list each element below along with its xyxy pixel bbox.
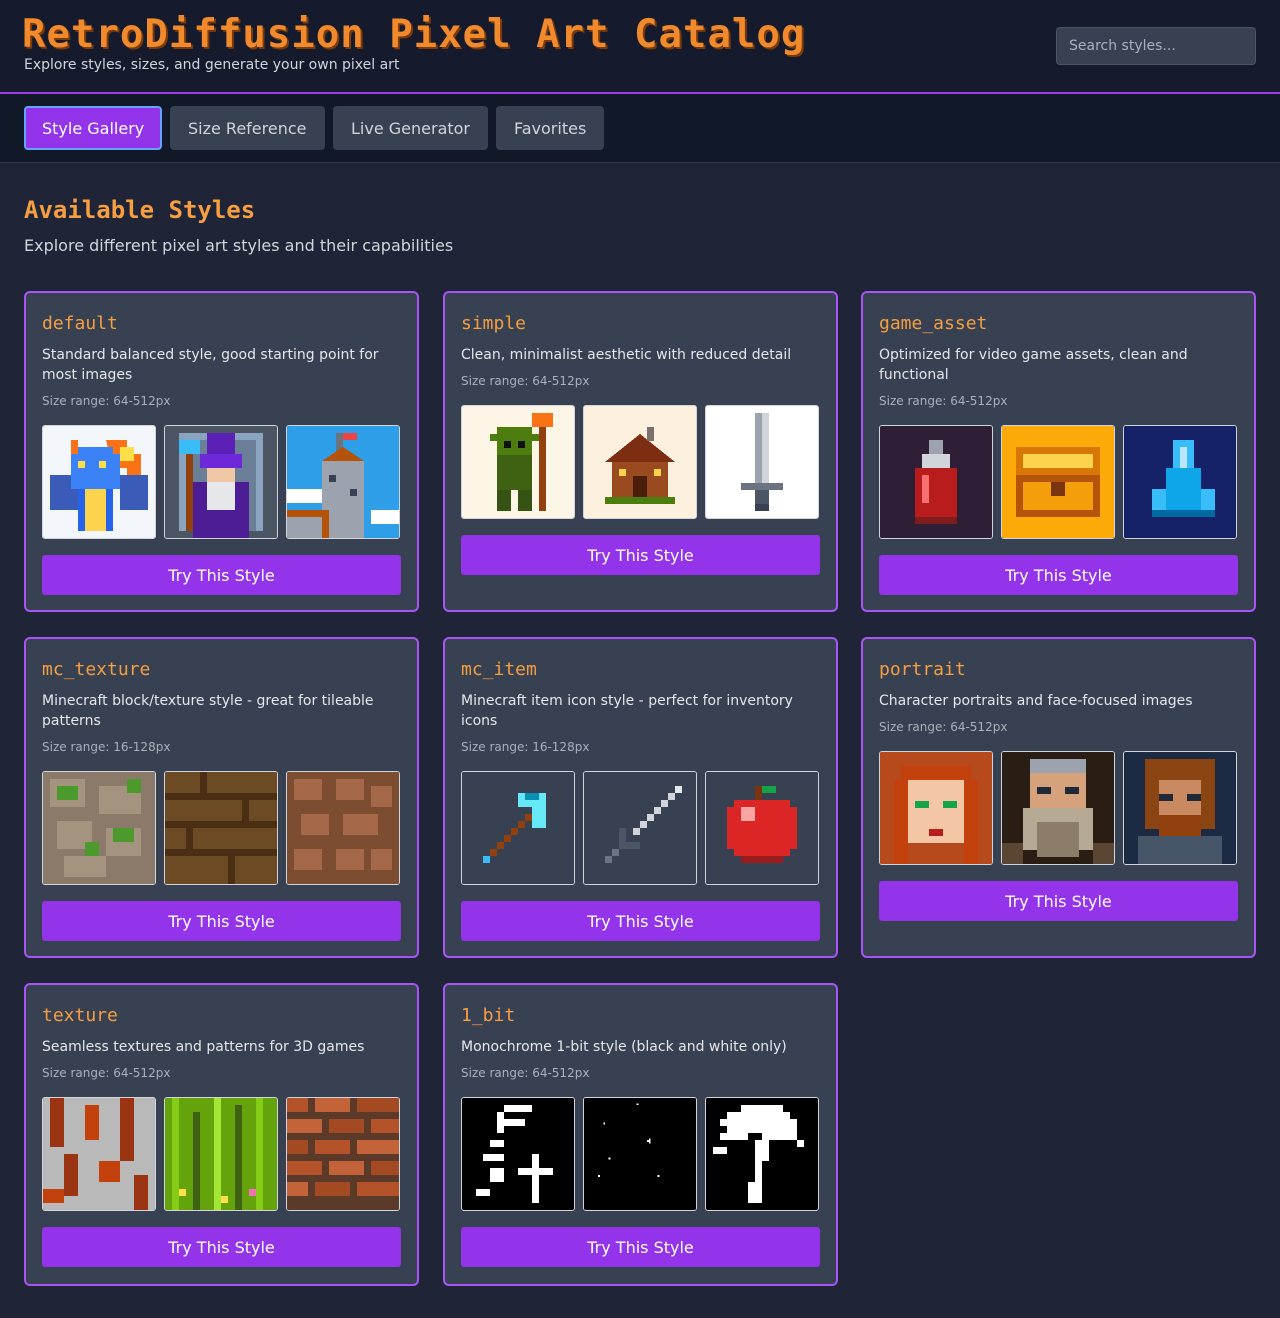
thumb-dirt-cobble-image[interactable] [286, 771, 400, 885]
app-subtitle: Explore styles, sizes, and generate your… [24, 57, 400, 73]
style-name: default [42, 313, 118, 334]
thumb-brick-image[interactable] [286, 1097, 400, 1211]
tab-live-generator[interactable]: Live Generator [333, 106, 489, 150]
thumb-potion-image[interactable] [879, 425, 993, 539]
tab-style-gallery[interactable]: Style Gallery [24, 106, 163, 150]
style-name: mc_item [461, 659, 537, 680]
style-card-texture: texture Seamless textures and patterns f… [24, 983, 419, 1286]
try-style-button[interactable]: Try This Style [42, 1227, 401, 1267]
style-description: Optimized for video game assets, clean a… [879, 347, 1188, 383]
thumb-castle-image[interactable] [286, 425, 400, 539]
style-size-range: Size range: 16-128px [461, 740, 590, 754]
style-description: Minecraft block/texture style - great fo… [42, 693, 374, 729]
app-header: RetroDiffusion Pixel Art Catalog Explore… [0, 0, 1280, 94]
thumb-crystal-image[interactable] [1123, 425, 1237, 539]
thumb-dragon-image[interactable] [42, 425, 156, 539]
thumb-wood-planks-image[interactable] [164, 771, 278, 885]
style-card-mc-item: mc_item Minecraft item icon style - perf… [443, 637, 838, 958]
thumb-mossy-cobble-image[interactable] [42, 771, 156, 885]
thumb-chest-image[interactable] [1001, 425, 1115, 539]
style-description: Character portraits and face-focused ima… [879, 693, 1193, 709]
style-name: 1_bit [461, 1005, 516, 1026]
style-size-range: Size range: 64-512px [461, 374, 590, 388]
style-card-default: default Standard balanced style, good st… [24, 291, 419, 612]
style-name: portrait [879, 659, 966, 680]
try-style-button[interactable]: Try This Style [879, 881, 1238, 921]
thumb-sword-image[interactable] [705, 405, 819, 519]
section-subtitle: Explore different pixel art styles and t… [24, 236, 454, 255]
style-description: Standard balanced style, good starting p… [42, 347, 379, 383]
thumb-warrior-image[interactable] [1123, 751, 1237, 865]
thumb-rust-metal-image[interactable] [42, 1097, 156, 1211]
style-size-range: Size range: 16-128px [42, 740, 171, 754]
style-name: mc_texture [42, 659, 151, 680]
style-size-range: Size range: 64-512px [461, 1066, 590, 1080]
try-style-button[interactable]: Try This Style [879, 555, 1238, 595]
tab-bar: Style Gallery Size Reference Live Genera… [0, 94, 1280, 163]
thumb-cabin-image[interactable] [583, 405, 697, 519]
thumb-elf-woman-image[interactable] [879, 751, 993, 865]
thumb-goblin-image[interactable] [461, 405, 575, 519]
thumb-grass-image[interactable] [164, 1097, 278, 1211]
style-name: simple [461, 313, 527, 334]
style-description: Clean, minimalist aesthetic with reduced… [461, 347, 792, 363]
thumb-pickaxe-image[interactable] [461, 771, 575, 885]
thumb-starry-sky-image[interactable] [583, 1097, 697, 1211]
thumb-knight-image[interactable] [461, 1097, 575, 1211]
style-size-range: Size range: 64-512px [879, 394, 1008, 408]
section-title: Available Styles [24, 196, 256, 224]
style-description: Minecraft item icon style - perfect for … [461, 693, 793, 729]
style-size-range: Size range: 64-512px [42, 1066, 171, 1080]
style-card-mc-texture: mc_texture Minecraft block/texture style… [24, 637, 419, 958]
style-size-range: Size range: 64-512px [879, 720, 1008, 734]
search-input[interactable] [1056, 27, 1256, 65]
thumb-dwarf-image[interactable] [1001, 751, 1115, 865]
style-description: Monochrome 1-bit style (black and white … [461, 1039, 787, 1055]
tab-size-reference[interactable]: Size Reference [170, 106, 325, 150]
style-card-simple: simple Clean, minimalist aesthetic with … [443, 291, 838, 612]
app-title: RetroDiffusion Pixel Art Catalog [22, 12, 806, 57]
tab-favorites[interactable]: Favorites [496, 106, 605, 150]
style-name: texture [42, 1005, 118, 1026]
style-size-range: Size range: 64-512px [42, 394, 171, 408]
try-style-button[interactable]: Try This Style [42, 901, 401, 941]
thumb-tree-image[interactable] [705, 1097, 819, 1211]
style-description: Seamless textures and patterns for 3D ga… [42, 1039, 365, 1055]
style-name: game_asset [879, 313, 988, 334]
try-style-button[interactable]: Try This Style [42, 555, 401, 595]
style-card-1-bit: 1_bit Monochrome 1-bit style (black and … [443, 983, 838, 1286]
try-style-button[interactable]: Try This Style [461, 535, 820, 575]
try-style-button[interactable]: Try This Style [461, 901, 820, 941]
style-card-portrait: portrait Character portraits and face-fo… [861, 637, 1256, 958]
style-card-game-asset: game_asset Optimized for video game asse… [861, 291, 1256, 612]
try-style-button[interactable]: Try This Style [461, 1227, 820, 1267]
thumb-wizard-image[interactable] [164, 425, 278, 539]
thumb-iron-sword-image[interactable] [583, 771, 697, 885]
thumb-apple-image[interactable] [705, 771, 819, 885]
